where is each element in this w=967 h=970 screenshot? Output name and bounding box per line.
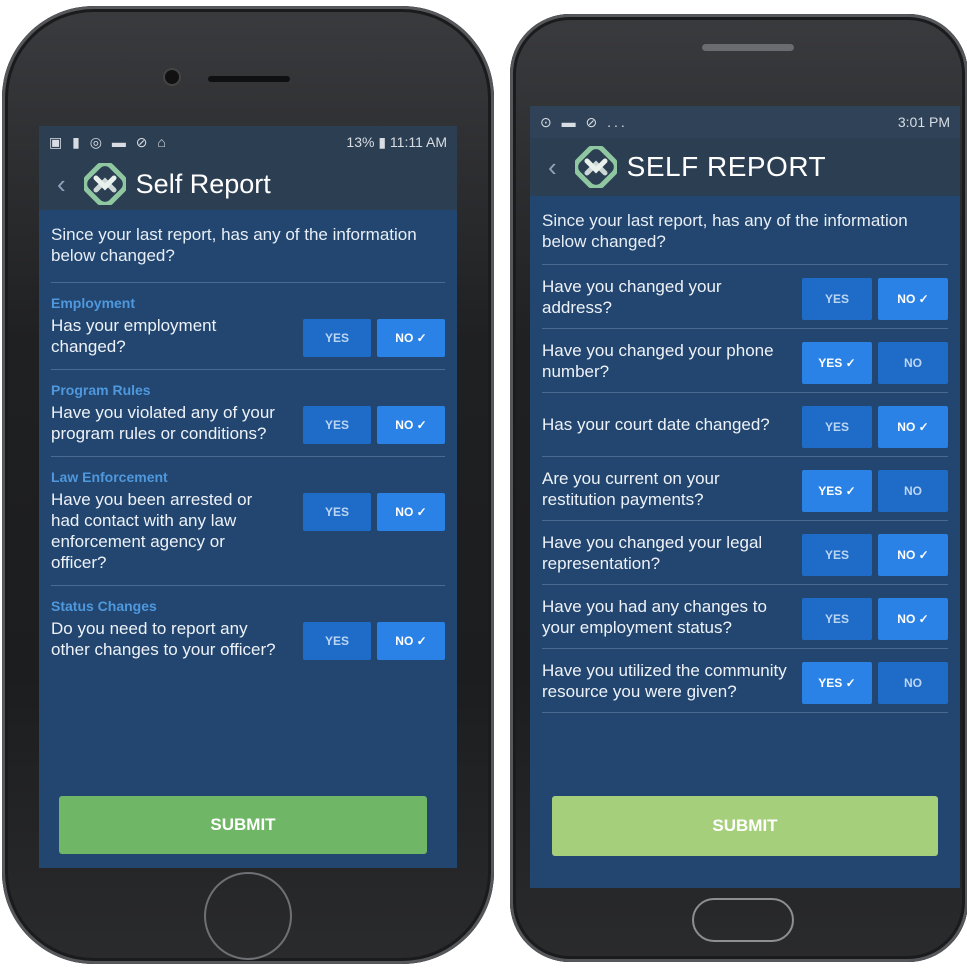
section-status-changes: Status Changes Do you need to report any… [51,586,445,672]
question-text: Has your employment changed? [51,316,217,356]
answer-buttons: YES ✓ NO [802,466,948,512]
no-button[interactable]: NO [878,341,948,384]
self-report-logo-icon [574,146,617,188]
question-text: Do you need to report any other changes … [51,619,276,659]
section-label: Law Enforcement [51,469,168,485]
self-report-logo-icon [83,163,126,205]
intro-text: Since your last report, has any of the i… [51,210,445,283]
answer-buttons: YES NO ✓ [802,274,948,320]
question-text: Have you utilized the community resource… [542,660,787,701]
question-row: Have you changed your address? YES NO ✓ [542,265,948,329]
yes-button[interactable]: YES ✓ [802,341,872,384]
home-button[interactable] [204,872,292,960]
left-phone: ▣ ▮ ◎ ▬ ⊘ ⌂ 13% ▮ 11:11 AM ‹ Self Report… [2,6,494,964]
no-button[interactable]: NO ✓ [878,405,948,448]
submit-button[interactable]: SUBMIT [59,796,427,854]
section-program-rules: Program Rules Have you violated any of y… [51,370,445,457]
question-row: Have you violated any of your program ru… [51,402,445,456]
status-time: 3:01 PM [897,114,950,130]
yes-button[interactable]: YES [303,622,371,660]
right-screen: ⊙ ▬ ⊘ ... 3:01 PM ‹ SELF REPORT Since yo… [530,106,960,888]
yes-button[interactable]: YES [303,493,371,531]
intro-text: Since your last report, has any of the i… [542,196,948,265]
question-row: Has your employment changed? YES NO ✓ [51,315,445,369]
yes-button[interactable]: YES [802,277,872,320]
left-screen: ▣ ▮ ◎ ▬ ⊘ ⌂ 13% ▮ 11:11 AM ‹ Self Report… [39,126,457,868]
answer-buttons: YES ✓ NO [802,338,948,384]
home-button[interactable] [692,898,794,942]
no-button[interactable]: NO [878,661,948,704]
question-row: Do you need to report any other changes … [51,618,445,672]
yes-button[interactable]: YES [802,405,872,448]
question-row: Have you utilized the community resource… [542,649,948,713]
form-body: Since your last report, has any of the i… [530,196,960,713]
no-button[interactable]: NO ✓ [377,319,445,357]
app-header: ‹ SELF REPORT [530,138,960,196]
section-law-enforcement: Law Enforcement Have you been arrested o… [51,457,445,586]
answer-buttons: YES NO ✓ [303,489,445,531]
answer-buttons: YES NO ✓ [802,594,948,640]
yes-button[interactable]: YES ✓ [802,469,872,512]
back-chevron-icon[interactable]: ‹ [548,152,557,183]
question-text: Have you had any changes to your employm… [542,596,767,637]
right-phone: ⊙ ▬ ⊘ ... 3:01 PM ‹ SELF REPORT Since yo… [510,14,967,962]
no-button[interactable]: NO ✓ [878,597,948,640]
question-row: Have you had any changes to your employm… [542,585,948,649]
page-title: Self Report [135,168,271,199]
no-button[interactable]: NO ✓ [878,277,948,320]
section-employment: Employment Has your employment changed? … [51,283,445,370]
status-bar: ▣ ▮ ◎ ▬ ⊘ ⌂ 13% ▮ 11:11 AM [39,126,457,158]
question-text: Are you current on your restitution paym… [542,468,720,509]
question-text: Have you violated any of your program ru… [51,403,275,443]
question-text: Has your court date changed? [542,415,770,434]
status-bar: ⊙ ▬ ⊘ ... 3:01 PM [530,106,960,138]
no-button[interactable]: NO ✓ [878,533,948,576]
earpiece-speaker [208,76,290,82]
answer-buttons: YES NO ✓ [802,530,948,576]
yes-button[interactable]: YES [802,597,872,640]
question-row: Have you changed your legal representati… [542,521,948,585]
status-battery-time: 13% ▮ 11:11 AM [346,133,447,150]
question-row: Has your court date changed? YES NO ✓ [542,393,948,457]
yes-button[interactable]: YES [802,533,872,576]
answer-buttons: YES NO ✓ [303,315,445,357]
no-button[interactable]: NO [878,469,948,512]
no-button[interactable]: NO ✓ [377,622,445,660]
no-button[interactable]: NO ✓ [377,406,445,444]
notification-icons: ▣ ▮ ◎ ▬ ⊘ ⌂ [49,133,169,150]
section-label: Status Changes [51,598,157,614]
question-row: Are you current on your restitution paym… [542,457,948,521]
notification-icons: ⊙ ▬ ⊘ ... [540,113,628,130]
app-header: ‹ Self Report [39,158,457,210]
answer-buttons: YES ✓ NO [802,658,948,704]
yes-button[interactable]: YES [303,319,371,357]
question-text: Have you changed your address? [542,276,722,317]
form-body: Since your last report, has any of the i… [39,210,457,672]
page-title: SELF REPORT [626,151,827,182]
question-row: Have you been arrested or had contact wi… [51,489,445,585]
question-text: Have you changed your legal representati… [542,532,763,573]
section-label: Employment [51,295,136,311]
earpiece-speaker [702,44,794,51]
answer-buttons: YES NO ✓ [303,402,445,444]
answer-buttons: YES NO ✓ [802,402,948,448]
back-chevron-icon[interactable]: ‹ [57,169,66,200]
question-text: Have you been arrested or had contact wi… [51,490,253,572]
answer-buttons: YES NO ✓ [303,618,445,660]
question-text: Have you changed your phone number? [542,340,774,381]
question-row: Have you changed your phone number? YES … [542,329,948,393]
no-button[interactable]: NO ✓ [377,493,445,531]
yes-button[interactable]: YES [303,406,371,444]
front-camera [165,70,179,84]
section-label: Program Rules [51,382,151,398]
submit-button[interactable]: SUBMIT [552,796,938,856]
yes-button[interactable]: YES ✓ [802,661,872,704]
